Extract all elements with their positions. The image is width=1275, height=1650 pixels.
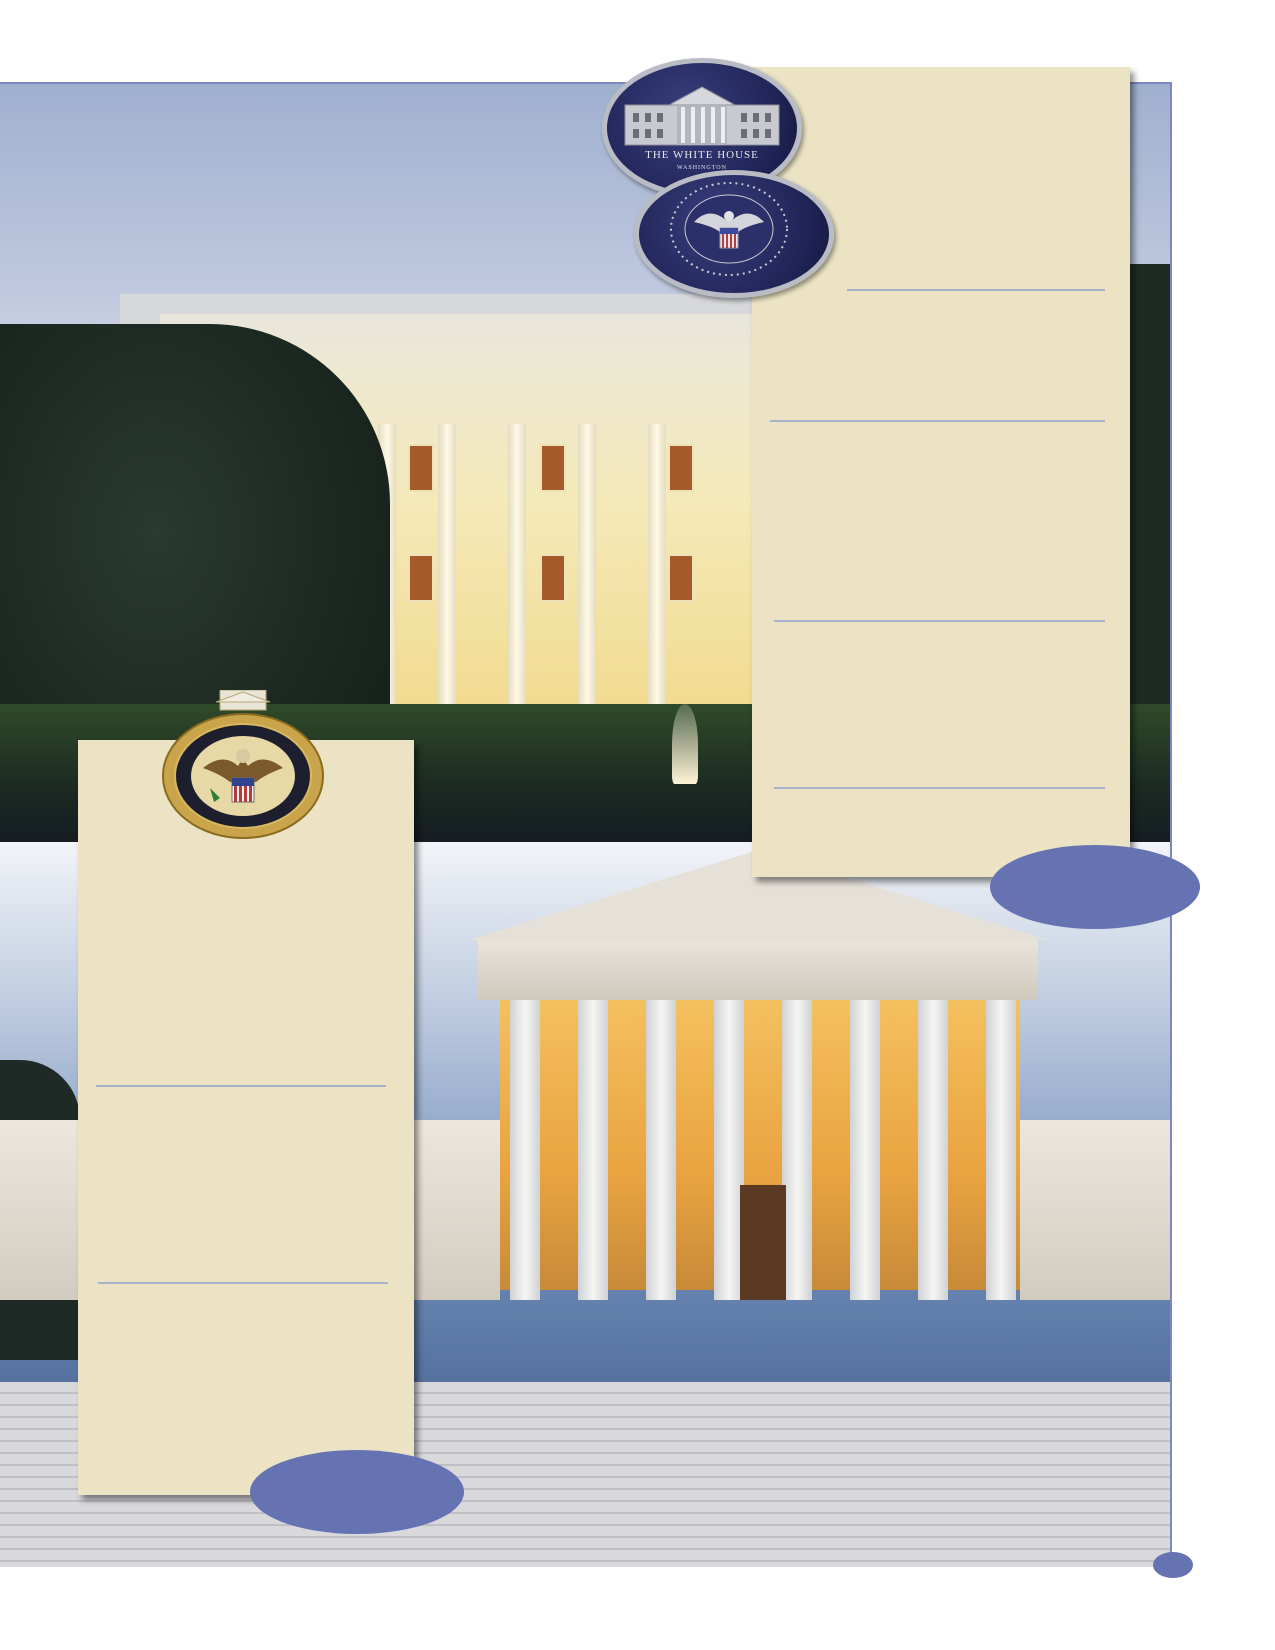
panel-divider xyxy=(98,1282,388,1284)
panel-divider xyxy=(770,420,1105,422)
presidential-seal-coin-icon xyxy=(634,170,834,298)
white-house-window xyxy=(540,554,566,602)
white-house-engraving-icon xyxy=(624,86,780,146)
accent-oval-left xyxy=(250,1450,464,1534)
supreme-court-column xyxy=(986,1000,1016,1300)
coin-title: THE WHITE HOUSE xyxy=(645,149,759,161)
presidential-seal-icon xyxy=(670,182,788,276)
secret-service-badge-icon xyxy=(158,689,328,840)
accent-oval-right xyxy=(990,845,1200,929)
page-number-oval xyxy=(1153,1552,1193,1578)
badge-emblem-icon xyxy=(162,689,324,839)
supreme-court-column xyxy=(510,1000,540,1300)
supreme-court-column xyxy=(850,1000,880,1300)
panel-divider xyxy=(847,289,1105,291)
white-house-window xyxy=(668,554,694,602)
fountain xyxy=(672,704,698,784)
text-panel-left xyxy=(78,740,414,1495)
panel-divider xyxy=(774,787,1105,789)
white-house-window xyxy=(408,554,434,602)
supreme-court-column xyxy=(918,1000,948,1300)
supreme-court-column xyxy=(578,1000,608,1300)
panel-divider xyxy=(96,1085,386,1087)
white-house-window xyxy=(540,444,566,492)
white-house-column xyxy=(508,424,526,714)
white-house-column xyxy=(578,424,596,714)
supreme-court-column xyxy=(782,1000,812,1300)
white-house-column xyxy=(648,424,666,714)
white-house-window xyxy=(668,444,694,492)
supreme-court-column xyxy=(646,1000,676,1300)
supreme-court-entablature xyxy=(478,940,1038,1000)
supreme-court-wing-right xyxy=(1020,1120,1170,1300)
white-house-window xyxy=(408,444,434,492)
panel-divider xyxy=(774,620,1105,622)
white-house-column xyxy=(438,424,456,714)
supreme-court-door xyxy=(740,1185,786,1300)
